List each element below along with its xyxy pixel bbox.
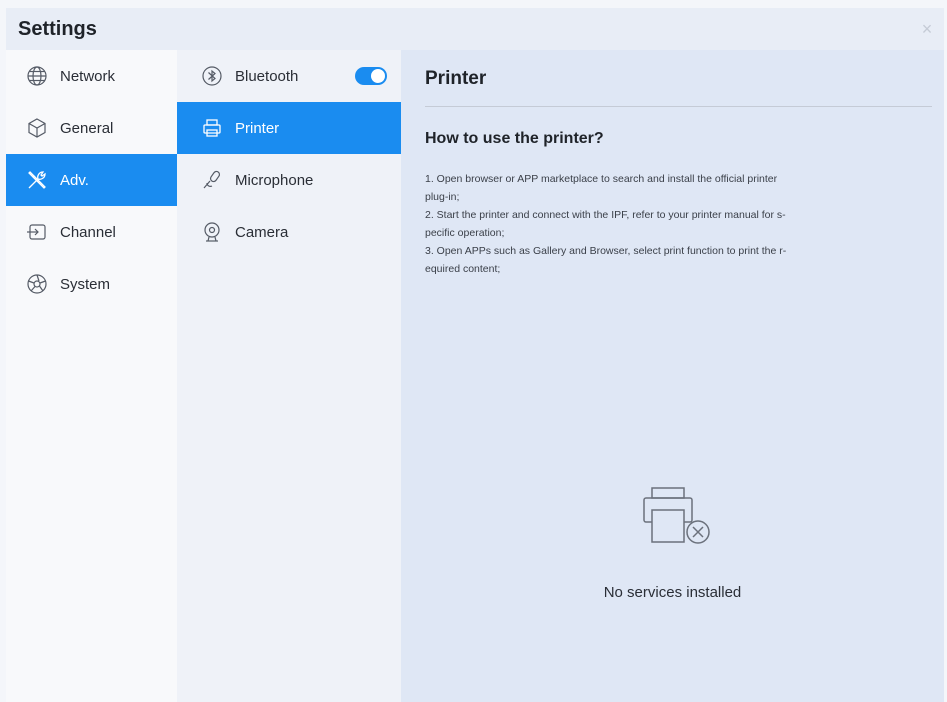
tools-icon	[26, 169, 48, 191]
secondary-nav: Bluetooth Printer Microphone Camera	[177, 50, 401, 702]
nav-item-label: Microphone	[235, 171, 314, 189]
instruction-line: 2. Start the printer and connect with th…	[425, 209, 786, 221]
instruction-line: pecific operation;	[425, 227, 505, 239]
nav-item-channel[interactable]: Channel	[6, 206, 177, 258]
toggle-knob	[371, 69, 385, 83]
nav-item-general[interactable]: General	[6, 102, 177, 154]
section-heading: How to use the printer?	[425, 130, 604, 147]
bluetooth-icon	[201, 65, 223, 87]
settings-window: Settings × Network General Adv. Channel …	[6, 8, 944, 702]
printer-panel: Printer How to use the printer? 1. Open …	[401, 50, 944, 702]
divider	[425, 106, 932, 107]
aperture-icon	[26, 273, 48, 295]
nav-item-microphone[interactable]: Microphone	[177, 154, 401, 206]
instruction-line: equired content;	[425, 263, 501, 275]
camera-icon	[201, 221, 223, 243]
cube-icon	[26, 117, 48, 139]
nav-item-printer[interactable]: Printer	[177, 102, 401, 154]
nav-item-label: Network	[60, 67, 116, 85]
nav-item-label: Channel	[60, 223, 116, 241]
nav-item-system[interactable]: System	[6, 258, 177, 310]
globe-icon	[26, 65, 48, 87]
printer-unavailable-icon	[638, 486, 718, 556]
close-button[interactable]: ×	[918, 20, 936, 38]
nav-item-label: System	[60, 275, 111, 293]
nav-item-label: Printer	[235, 119, 280, 137]
nav-item-camera[interactable]: Camera	[177, 206, 401, 258]
empty-state-text: No services installed	[603, 584, 742, 601]
bluetooth-toggle[interactable]	[355, 67, 387, 85]
printer-icon	[201, 117, 223, 139]
instructions: 1. Open browser or APP marketplace to se…	[425, 170, 865, 278]
nav-item-label: Adv.	[60, 171, 89, 189]
nav-item-bluetooth[interactable]: Bluetooth	[177, 50, 401, 102]
instruction-line: 3. Open APPs such as Gallery and Browser…	[425, 245, 787, 257]
nav-item-network[interactable]: Network	[6, 50, 177, 102]
panel-title: Printer	[425, 68, 487, 89]
nav-item-advanced[interactable]: Adv.	[6, 154, 177, 206]
nav-item-label: Bluetooth	[235, 67, 299, 85]
nav-item-label: General	[60, 119, 114, 137]
window-title: Settings	[18, 18, 97, 40]
instruction-line: 1. Open browser or APP marketplace to se…	[425, 173, 778, 185]
instruction-line: plug-in;	[425, 191, 460, 203]
microphone-icon	[201, 169, 223, 191]
primary-nav: Network General Adv. Channel System	[6, 50, 177, 702]
input-icon	[26, 221, 48, 243]
title-bar: Settings ×	[6, 8, 944, 50]
nav-item-label: Camera	[235, 223, 289, 241]
